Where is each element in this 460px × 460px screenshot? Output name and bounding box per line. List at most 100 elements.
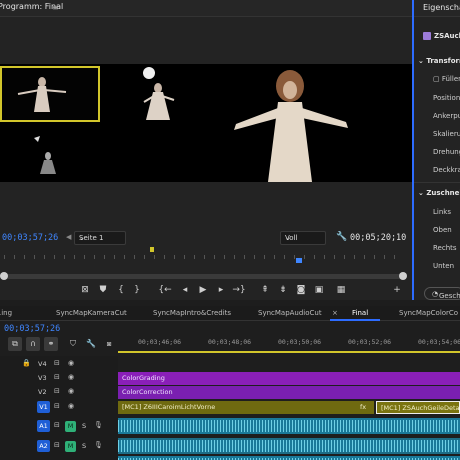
- audio-clip-a3[interactable]: [118, 456, 460, 460]
- sync-lock-icon[interactable]: ⊟: [54, 441, 60, 449]
- eye-icon[interactable]: ◉: [68, 373, 74, 381]
- add-marker-icon[interactable]: ⛉: [66, 337, 80, 351]
- zoom-scrollbar[interactable]: [0, 274, 405, 279]
- program-time-ruler[interactable]: [0, 247, 405, 261]
- captions-icon[interactable]: ⧆: [102, 337, 116, 351]
- ruler-label: 00;03;50;06: [278, 338, 322, 346]
- section-crop[interactable]: ⌄ Zuschneiden: [418, 189, 460, 197]
- ruler-tick: [344, 255, 345, 259]
- solo-button[interactable]: S: [82, 442, 86, 450]
- property-top[interactable]: Oben: [433, 226, 452, 234]
- solo-button[interactable]: S: [82, 422, 86, 430]
- eye-icon[interactable]: ◉: [68, 402, 74, 410]
- tab-kameracut[interactable]: SyncMapKameraCut: [56, 309, 127, 317]
- mute-button[interactable]: M: [65, 441, 76, 452]
- clip-v1-main[interactable]: [MC1] Z6IIICaroimLichtVorne: [118, 401, 374, 414]
- add-icon[interactable]: +: [390, 285, 404, 295]
- scrollbar-handle-left[interactable]: [0, 272, 8, 280]
- page-select[interactable]: Seite 1 ⌄: [74, 231, 126, 245]
- clip-colorcorrection[interactable]: ColorCorrection: [118, 386, 460, 399]
- ruler-tick: [354, 255, 355, 259]
- close-icon[interactable]: ×: [332, 309, 338, 317]
- zoom-select[interactable]: Voll ⌄: [280, 231, 326, 245]
- tab-ing[interactable]: .ing: [0, 309, 12, 317]
- sync-lock-icon[interactable]: ⊟: [54, 359, 60, 367]
- clip-v1-selected[interactable]: [MC1] ZSAuchGeileDetails: [376, 401, 460, 414]
- fx-icon[interactable]: ⛊: [96, 285, 110, 295]
- property-left[interactable]: Links: [433, 208, 451, 216]
- multicam-icon[interactable]: ▦: [334, 285, 348, 295]
- chevron-left-icon[interactable]: ◀: [66, 233, 71, 241]
- property-right[interactable]: Rechts: [433, 244, 457, 252]
- timeline-ruler[interactable]: 00;03;46;06 00;03;48;06 00;03;50;06 00;0…: [118, 334, 460, 353]
- program-video-frame[interactable]: [0, 64, 413, 182]
- in-point-icon[interactable]: {: [114, 285, 128, 295]
- ruler-tick: [234, 255, 235, 259]
- clip-colorgrading[interactable]: ColorGrading: [118, 372, 460, 385]
- sync-lock-icon[interactable]: ⊟: [54, 402, 60, 410]
- ruler-tick: [384, 255, 385, 259]
- track-target-a1[interactable]: A1: [37, 420, 50, 432]
- tab-final[interactable]: × Final: [330, 306, 380, 321]
- tab-colorco[interactable]: SyncMapColorCo: [399, 309, 458, 317]
- mute-button[interactable]: M: [65, 421, 76, 432]
- eye-icon[interactable]: ◉: [68, 387, 74, 395]
- speed-button[interactable]: ◔ Geschw: [424, 287, 460, 300]
- sequence-tabs: .ing SyncMapKameraCut SyncMapIntro&Credi…: [0, 306, 460, 321]
- work-area-bar[interactable]: [118, 351, 460, 353]
- multicam-angle-selected[interactable]: [0, 66, 100, 122]
- dancer-figure-icon: [34, 136, 56, 174]
- go-to-in-icon[interactable]: {←: [158, 285, 172, 295]
- marker-icon[interactable]: ⊠: [78, 285, 92, 295]
- property-anchor[interactable]: Ankerpunkt: [433, 112, 460, 120]
- property-scale[interactable]: Skalierung: [433, 130, 460, 138]
- effect-controls-title[interactable]: Eigenschaften: [423, 3, 460, 12]
- premiere-workspace: Programm: Final ≡ 00;03;57;26 ◀ Seite 1 …: [0, 0, 460, 460]
- microphone-icon[interactable]: 🎙: [94, 421, 103, 429]
- ruler-tick: [74, 255, 75, 259]
- track-name[interactable]: V3: [38, 374, 47, 382]
- compare-icon[interactable]: ▣: [312, 285, 326, 295]
- step-back-icon[interactable]: ◂: [178, 285, 192, 295]
- nest-icon[interactable]: ⧉: [8, 337, 22, 351]
- sync-lock-icon[interactable]: ⊟: [54, 387, 60, 395]
- section-transform[interactable]: ⌄ Transform: [418, 57, 460, 65]
- wrench-icon[interactable]: 🔧: [84, 337, 98, 351]
- extract-icon[interactable]: ⇟: [276, 285, 290, 295]
- track-target-v1[interactable]: V1: [37, 401, 50, 413]
- eye-icon[interactable]: ◉: [68, 359, 74, 367]
- audio-clip-a2[interactable]: [118, 438, 460, 454]
- timeline-timecode[interactable]: 00;03;57;26: [4, 324, 60, 334]
- play-icon[interactable]: ▶: [196, 285, 210, 295]
- snap-icon[interactable]: ∩: [26, 337, 40, 351]
- program-timecode[interactable]: 00;03;57;26: [2, 233, 58, 243]
- go-to-out-icon[interactable]: →}: [232, 285, 246, 295]
- step-forward-icon[interactable]: ▸: [214, 285, 228, 295]
- lock-icon[interactable]: 🔒: [22, 359, 31, 367]
- linked-selection-icon[interactable]: ⚭: [44, 337, 58, 351]
- lift-icon[interactable]: ⇞: [258, 285, 272, 295]
- tab-audiocut[interactable]: SyncMapAudioCut: [258, 309, 322, 317]
- property-opacity[interactable]: Deckkraft: [433, 166, 460, 174]
- in-out-marker[interactable]: [296, 258, 302, 263]
- audio-clip-a1[interactable]: [118, 418, 460, 434]
- hamburger-icon[interactable]: ≡: [52, 3, 59, 12]
- playhead-marker[interactable]: [150, 247, 154, 252]
- property-rotation[interactable]: Drehung: [433, 148, 460, 156]
- ruler-label: 00;03;52;06: [348, 338, 392, 346]
- property-bottom[interactable]: Unten: [433, 262, 454, 270]
- track-name[interactable]: V4: [38, 360, 47, 368]
- out-point-icon[interactable]: }: [130, 285, 144, 295]
- wrench-icon[interactable]: 🔧: [336, 232, 347, 242]
- track-name[interactable]: V2: [38, 388, 47, 396]
- export-frame-icon[interactable]: ◙: [294, 285, 308, 295]
- sync-lock-icon[interactable]: ⊟: [54, 421, 60, 429]
- property-fuellen[interactable]: ▢ Füllen: [433, 75, 460, 83]
- scrollbar-handle-right[interactable]: [399, 272, 407, 280]
- property-position[interactable]: Position: [433, 94, 460, 102]
- tab-intro-credits[interactable]: SyncMapIntro&Credits: [153, 309, 231, 317]
- microphone-icon[interactable]: 🎙: [94, 441, 103, 449]
- fx-badge-icon[interactable]: fx: [358, 401, 372, 414]
- track-target-a2[interactable]: A2: [37, 440, 50, 452]
- sync-lock-icon[interactable]: ⊟: [54, 373, 60, 381]
